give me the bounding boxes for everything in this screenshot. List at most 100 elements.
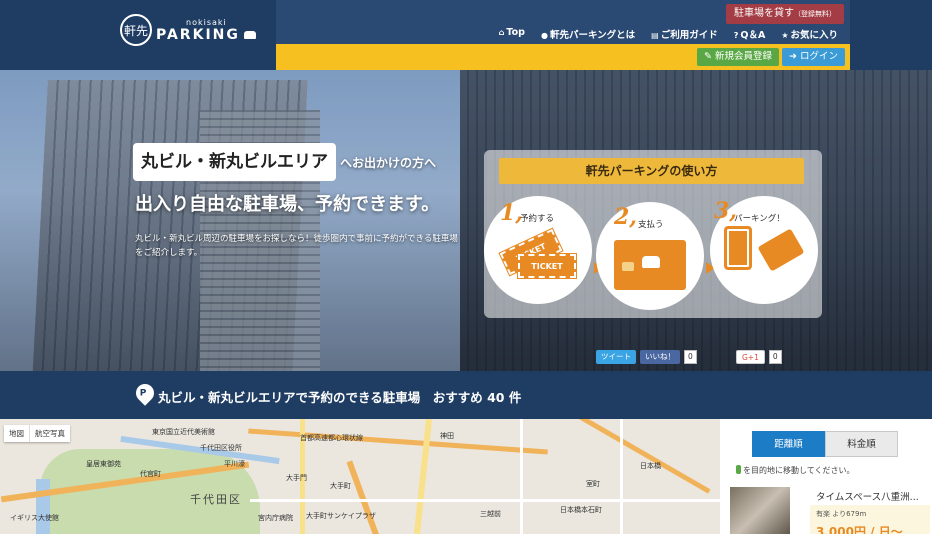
gplus-button[interactable]: G+1: [736, 350, 765, 364]
map-type-toggle: 地図 航空写真: [4, 425, 70, 442]
step-label: 支払う: [638, 220, 664, 230]
nav-about[interactable]: ● 軒先パーキングとは: [541, 27, 635, 41]
sort-by-distance[interactable]: 距離順: [752, 431, 825, 457]
gplus-count: 0: [768, 350, 782, 364]
parking-distance: 有楽 より679m: [816, 510, 867, 518]
pin-icon: [736, 465, 741, 474]
step-number: 2,: [614, 204, 637, 230]
login-button[interactable]: ➜ ログイン: [782, 48, 845, 66]
map-label: 首都高速都心環状線: [300, 434, 363, 442]
map-label: 宮内庁病院: [258, 514, 293, 522]
map-label: 平川濠: [224, 460, 245, 468]
card-icon: [757, 228, 805, 272]
map-road-5: [620, 419, 623, 534]
car-icon: [243, 30, 256, 39]
step-reserve: 1, 予約する TICKET TICKET: [484, 196, 592, 304]
nav-about-label: 軒先パーキングとは: [549, 30, 636, 41]
map-type-satellite[interactable]: 航空写真: [29, 425, 70, 442]
map-label: イギリス大使館: [10, 514, 59, 522]
lend-button-label: 駐車場を貸す: [734, 8, 794, 19]
map-highway-2: [248, 428, 548, 455]
step-pay: 2, 支払う: [596, 202, 704, 310]
card-chip: [622, 262, 634, 271]
howto-panel: 軒先パーキングの使い方 1, 予約する TICKET TICKET 2, 支払う…: [484, 150, 822, 318]
home-icon: ⌂: [498, 28, 505, 37]
card-car-icon: [642, 256, 660, 268]
map-label: 室町: [586, 480, 600, 488]
results-heading: 丸ビル・新丸ビルエリアで予約のできる駐車場 おすすめ 40 件: [158, 390, 522, 405]
hero-banner: 丸ビル・新丸ビルエリア へお出かけの方へ 出入り自由な駐車場、予約できます。 丸…: [0, 70, 932, 371]
info-icon: ●: [540, 31, 548, 40]
nav-faq-label: Q＆A: [740, 30, 766, 41]
nav-guide[interactable]: ▤ ご利用ガイド: [651, 27, 718, 41]
hero-description: 丸ビル・新丸ビル周辺の駐車場をお探しなら！徒歩圏内で事前に予約ができる駐車場をご…: [135, 234, 458, 258]
logo-mark: 軒先: [120, 14, 152, 46]
gplus-buttons: G+1 0: [736, 350, 782, 364]
site-logo[interactable]: 軒先 nokisaki PARKING: [120, 14, 256, 46]
map-label: 千代田区役所: [200, 444, 242, 452]
hero-headline: 出入り自由な駐車場、予約できます。: [135, 194, 440, 215]
tweet-button[interactable]: ツイート: [596, 350, 636, 364]
sort-by-price[interactable]: 料金順: [825, 431, 898, 457]
logo-main-text: PARKING: [156, 26, 240, 43]
parking-photo: [730, 487, 790, 534]
step-label: パーキング！: [734, 214, 785, 224]
logo-text: nokisaki PARKING: [156, 18, 256, 43]
logo-sub: nokisaki: [186, 17, 227, 27]
lend-button-note: （登録無料）: [794, 10, 836, 18]
map-label: 三越前: [480, 510, 501, 518]
map-label: 代官町: [140, 470, 161, 478]
map-label: 皇居東御苑: [86, 460, 121, 468]
move-hint-text: を目的地に移動してください。: [743, 466, 855, 475]
map-highway-3: [346, 460, 380, 534]
map-label: 日本橋: [640, 462, 661, 470]
howto-title: 軒先パーキングの使い方: [499, 158, 804, 184]
map-road-3: [250, 499, 720, 502]
question-icon: ?: [733, 31, 739, 40]
step-park: 3, パーキング！: [710, 196, 818, 304]
map-label: 東京国立近代美術館: [152, 428, 215, 436]
map-label: 日本橋本石町: [560, 506, 602, 514]
book-icon: ▤: [651, 31, 659, 40]
main-nav: ⌂ Top ● 軒先パーキングとは ▤ ご利用ガイド ? Q＆A ★ お気に入り: [499, 27, 838, 41]
social-buttons: ツイート いいね！ 0: [596, 350, 697, 364]
facebook-like-button[interactable]: いいね！: [640, 350, 680, 364]
result-item[interactable]: タイムスペース八重洲... 有楽 より679m 3,000円 / 日〜: [730, 485, 930, 534]
map-type-map[interactable]: 地図: [4, 425, 29, 442]
sort-tabs: 距離順 料金順: [752, 431, 898, 457]
parking-map[interactable]: 地図 航空写真 東京国立近代美術館 千代田区 平川濠 大手町 神田 日本橋 大手…: [0, 419, 720, 534]
results-bar: P 丸ビル・新丸ビルエリアで予約のできる駐車場 おすすめ 40 件: [0, 371, 932, 419]
area-suffix: へお出かけの方へ: [340, 156, 437, 170]
nav-guide-label: ご利用ガイド: [660, 30, 718, 41]
account-bar: ✎ 新規会員登録 ➜ ログイン: [276, 44, 850, 70]
nav-faq[interactable]: ? Q＆A: [734, 27, 766, 41]
credit-card-icon: [614, 240, 686, 290]
parking-pin-icon: P: [132, 380, 158, 406]
map-road-2: [414, 419, 432, 534]
map-label: 大手町: [330, 482, 351, 490]
site-header: 軒先 nokisaki PARKING 駐車場を貸す（登録無料） ⌂ Top ● 軒…: [0, 0, 932, 70]
nav-top[interactable]: ⌂ Top: [499, 27, 525, 41]
area-name: 丸ビル・新丸ビルエリア: [133, 143, 336, 181]
logo-main: PARKING: [156, 27, 256, 43]
ticket-icon-2: TICKET: [517, 253, 577, 279]
like-count: 0: [684, 350, 697, 364]
nav-favorites[interactable]: ★ お気に入り: [781, 27, 838, 41]
parking-name[interactable]: タイムスペース八重洲...: [816, 489, 928, 503]
smartphone-icon: [724, 226, 752, 270]
map-label: 千代田区: [190, 493, 242, 506]
register-button[interactable]: ✎ 新規会員登録: [697, 48, 779, 66]
map-moat: [36, 479, 50, 534]
nav-top-label: Top: [506, 27, 525, 38]
map-label: 大手町サンケイプラザ: [306, 512, 376, 520]
map-label: 神田: [440, 432, 454, 440]
move-pin-hint: を目的地に移動してください。: [736, 465, 855, 476]
star-icon: ★: [781, 31, 789, 40]
map-road-4: [520, 419, 523, 534]
step-label: 予約する: [520, 214, 555, 224]
results-sidebar: 距離順 料金順 を目的地に移動してください。 タイムスペース八重洲... 有楽 …: [720, 419, 932, 534]
nav-favorites-label: お気に入り: [790, 30, 838, 41]
lend-parking-button[interactable]: 駐車場を貸す（登録無料）: [726, 4, 844, 24]
parking-price: 3,000円 / 日〜: [816, 525, 903, 534]
map-label: 大手門: [286, 474, 307, 482]
